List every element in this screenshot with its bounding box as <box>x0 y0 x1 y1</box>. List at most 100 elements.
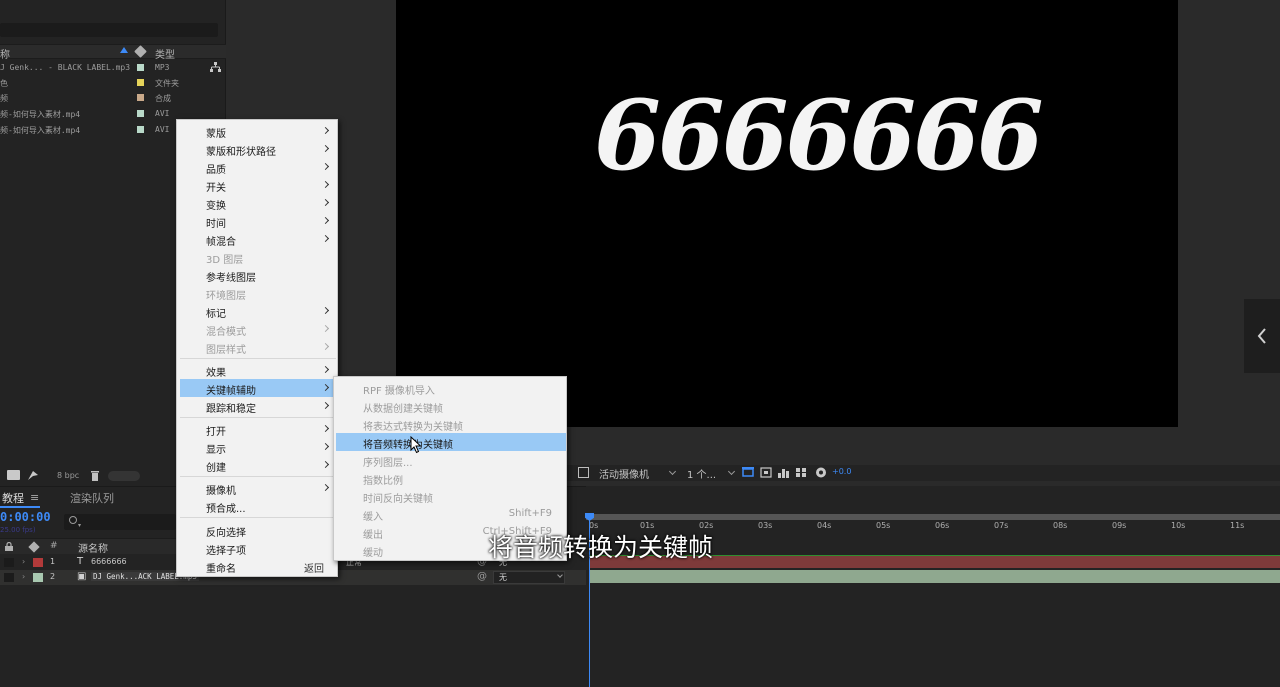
chevron-right-icon <box>321 324 330 333</box>
menu-item-label: 重命名 <box>206 564 236 575</box>
layer-bar[interactable] <box>590 570 1280 583</box>
lock-icon[interactable] <box>5 542 13 551</box>
menu-item-track-stabilize[interactable]: 跟踪和稳定 <box>180 397 336 415</box>
submenu-item-convert-audio-to-keyframes[interactable]: 将音频转换为关键帧 <box>336 433 566 451</box>
menu-item-camera[interactable]: 摄像机 <box>180 479 336 497</box>
tab-render-queue[interactable]: 渲染队列 <box>70 490 114 506</box>
ruler-tick: 06s <box>935 521 950 530</box>
chevron-right-icon[interactable]: › <box>22 557 25 566</box>
layer-label-swatch[interactable] <box>33 573 43 582</box>
label-swatch[interactable] <box>137 94 144 101</box>
bpc-label[interactable]: 8 bpc <box>57 471 79 480</box>
work-area-bar[interactable] <box>586 514 1280 520</box>
flowchart-icon[interactable] <box>777 467 789 478</box>
sort-ascending-icon[interactable] <box>120 47 128 53</box>
menu-item-invert-selection[interactable]: 反向选择 <box>180 521 336 539</box>
menu-item-label: 打开 <box>206 427 226 438</box>
menu-item-mask[interactable]: 蒙版 <box>180 122 336 140</box>
trash-icon[interactable] <box>90 470 100 481</box>
view-layout-dropdown[interactable]: 1 个... <box>687 466 716 481</box>
pick-whip-icon[interactable]: @ <box>477 571 487 582</box>
project-col-type[interactable]: 类型 <box>155 46 175 61</box>
submenu-item-label: 缓动 <box>363 548 383 559</box>
label-swatch[interactable] <box>137 64 144 71</box>
source-name-col[interactable]: 源名称 <box>78 540 108 555</box>
reset-exposure-icon[interactable] <box>815 467 827 478</box>
chevron-down-icon[interactable] <box>668 467 677 476</box>
visibility-toggle[interactable] <box>4 573 14 582</box>
visibility-toggle[interactable] <box>4 558 14 567</box>
chevron-down-icon[interactable] <box>727 467 736 476</box>
fast-preview-icon[interactable] <box>760 467 772 478</box>
region-of-interest-icon[interactable] <box>578 467 589 478</box>
ruler-tick: 08s <box>1053 521 1068 530</box>
layer-name[interactable]: 6666666 <box>91 557 127 566</box>
composition-canvas[interactable]: 6666666 <box>396 0 1178 427</box>
menu-separator <box>180 517 336 518</box>
menu-item-markers[interactable]: 标记 <box>180 302 336 320</box>
menu-item-rename[interactable]: 重命名 返回 <box>180 557 336 575</box>
menu-item-transform[interactable]: 变换 <box>180 194 336 212</box>
menu-item-layer-styles: 图层样式 <box>180 338 336 356</box>
menu-item-effect[interactable]: 效果 <box>180 361 336 379</box>
new-folder-icon[interactable] <box>27 470 39 481</box>
menu-item-keyframe-assistant[interactable]: 关键帧辅助 <box>180 379 336 397</box>
menu-item-label: 关键帧辅助 <box>206 386 256 397</box>
submenu-item-label: 将音频转换为关键帧 <box>363 440 453 451</box>
label-tag-icon[interactable] <box>28 541 40 553</box>
layer-label-swatch[interactable] <box>33 558 43 567</box>
chevron-right-icon <box>321 180 330 189</box>
viewer-toolbar: 活动摄像机 1 个... +0.0 <box>566 465 1280 481</box>
interpret-footage-icon[interactable] <box>7 470 20 480</box>
label-tag-icon[interactable] <box>134 45 147 58</box>
menu-item-open[interactable]: 打开 <box>180 420 336 438</box>
menu-item-guide-layer[interactable]: 参考线图层 <box>180 266 336 284</box>
submenu-item-label: 时间反向关键帧 <box>363 494 433 505</box>
chevron-left-icon <box>1257 328 1266 344</box>
comp-text-layer: 6666666 <box>594 79 1044 192</box>
current-time-display[interactable]: 0:00:00 <box>0 510 51 524</box>
submenu-item-easy-ease-in: 缓入 Shift+F9 <box>336 505 566 523</box>
3d-renderer-icon[interactable] <box>795 467 807 478</box>
menu-item-label: 时间 <box>206 219 226 230</box>
label-swatch[interactable] <box>137 110 144 117</box>
thumbnail-size-slider[interactable] <box>108 471 140 481</box>
label-swatch[interactable] <box>137 79 144 86</box>
chevron-right-icon <box>321 234 330 243</box>
parent-dropdown[interactable]: 无 <box>499 572 507 583</box>
text-layer-icon: T <box>77 556 84 567</box>
submenu-item-label: RPF 摄像机导入 <box>363 386 435 397</box>
menu-item-time[interactable]: 时间 <box>180 212 336 230</box>
menu-item-select-children[interactable]: 选择子项 <box>180 539 336 557</box>
chevron-right-icon <box>321 144 330 153</box>
submenu-item-label: 缓入 <box>363 512 383 523</box>
menu-item-precompose[interactable]: 预合成... <box>180 497 336 515</box>
label-swatch[interactable] <box>137 126 144 133</box>
side-panel-toggle[interactable] <box>1244 299 1280 373</box>
chevron-right-icon[interactable]: › <box>22 572 25 581</box>
timeline-search-input[interactable]: ▾ <box>64 514 176 530</box>
menu-item-label: 混合模式 <box>206 327 246 338</box>
chevron-right-icon <box>321 306 330 315</box>
video-caption: 将音频转换为关键帧 <box>488 533 714 562</box>
submenu-item-shortcut: Shift+F9 <box>508 508 552 519</box>
toggle-view-icon[interactable] <box>742 467 754 478</box>
tab-composition[interactable]: 教程 <box>2 490 24 506</box>
menu-item-label: 图层样式 <box>206 345 246 356</box>
menu-item-create[interactable]: 创建 <box>180 456 336 474</box>
exposure-value[interactable]: +0.0 <box>832 467 851 476</box>
menu-item-frame-blending[interactable]: 帧混合 <box>180 230 336 248</box>
project-item[interactable]: 频 合成 <box>0 91 226 106</box>
menu-item-quality[interactable]: 品质 <box>180 158 336 176</box>
menu-item-switches[interactable]: 开关 <box>180 176 336 194</box>
project-col-name[interactable]: 称 <box>0 46 10 61</box>
project-item[interactable]: J Genk... - BLACK LABEL.mp3 MP3 <box>0 61 226 76</box>
flowchart-icon[interactable] <box>210 62 221 72</box>
project-item[interactable]: 色 文件夹 <box>0 76 226 91</box>
project-search-input[interactable] <box>0 23 218 37</box>
camera-dropdown[interactable]: 活动摄像机 <box>599 466 649 481</box>
panel-menu-icon[interactable]: ≡ <box>30 491 39 504</box>
menu-item-reveal[interactable]: 显示 <box>180 438 336 456</box>
menu-item-label: 创建 <box>206 463 226 474</box>
menu-item-mask-shape[interactable]: 蒙版和形状路径 <box>180 140 336 158</box>
